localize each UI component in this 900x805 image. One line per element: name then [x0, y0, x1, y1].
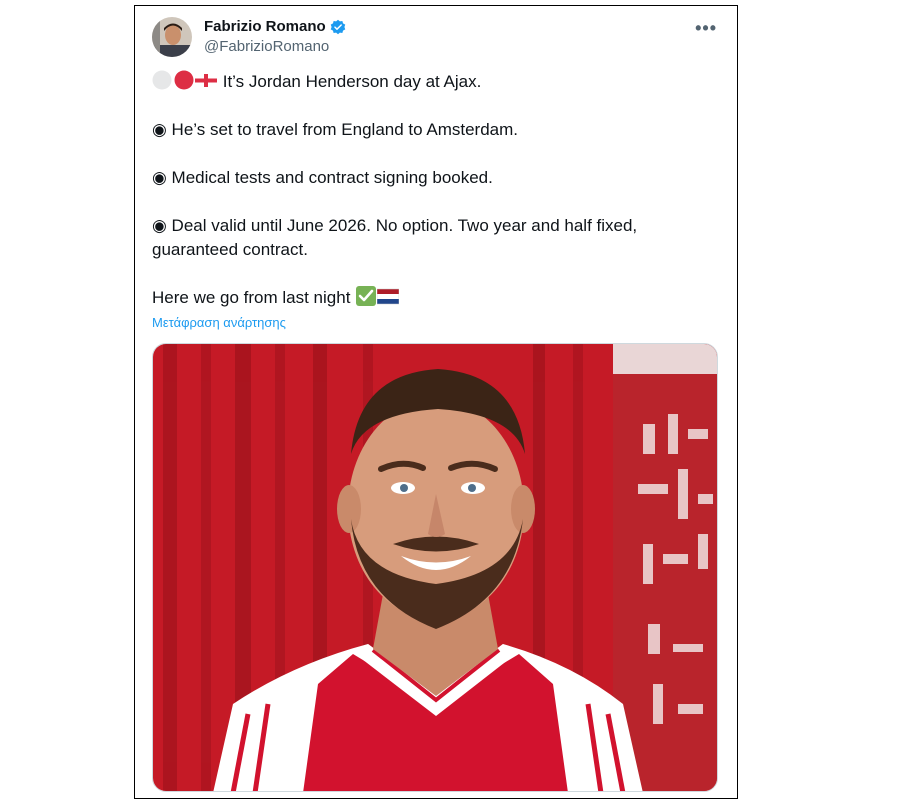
author-handle[interactable]: @FabrizioRomano — [204, 38, 329, 55]
tweet-line-5: Here we go from last night — [152, 286, 712, 310]
tweet-card: Fabrizio Romano @FabrizioRomano ••• It’s… — [134, 5, 738, 799]
england-flag-emoji — [195, 74, 217, 87]
jordan-henderson-photo — [153, 344, 717, 791]
tweet-line-3: ◉ Medical tests and contract signing boo… — [152, 168, 493, 187]
netherlands-flag-emoji — [377, 288, 400, 305]
tweet-photo[interactable] — [152, 343, 718, 792]
author-name[interactable]: Fabrizio Romano — [204, 18, 326, 35]
red-circle-emoji — [174, 70, 194, 90]
white-circle-emoji — [152, 70, 172, 90]
tweet-text: It’s Jordan Henderson day at Ajax. ◉ He’… — [152, 70, 712, 334]
tweet-line-4: ◉ Deal valid until June 2026. No option.… — [152, 216, 638, 259]
tweet-line-1: It’s Jordan Henderson day at Ajax. — [152, 70, 712, 94]
check-mark-emoji — [356, 286, 377, 306]
verified-badge-icon — [330, 19, 345, 34]
author-avatar[interactable] — [152, 17, 192, 57]
more-options-icon[interactable]: ••• — [695, 18, 717, 39]
tweet-line-2: ◉ He’s set to travel from England to Ams… — [152, 120, 519, 139]
translate-post-link[interactable]: Μετάφραση ανάρτησης — [152, 315, 286, 330]
